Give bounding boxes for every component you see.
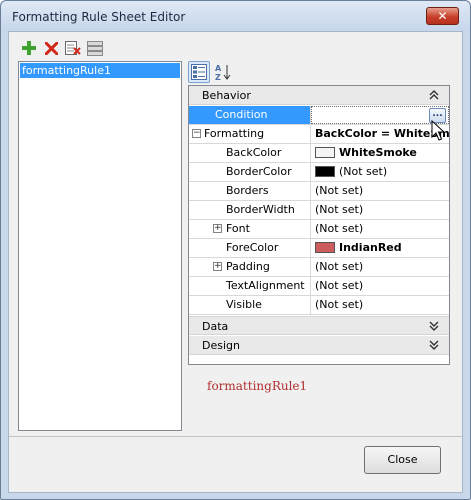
color-swatch [315, 166, 335, 177]
svg-text:Z: Z [215, 73, 221, 81]
property-row-visible[interactable]: Visible (Not set) [189, 296, 449, 315]
close-icon: ✕ [437, 9, 448, 23]
purge-rules-button[interactable] [85, 38, 105, 58]
property-name-formatting: − Formatting [189, 125, 311, 143]
property-value-bordercolor[interactable]: (Not set) [311, 163, 449, 181]
svg-text:A: A [215, 64, 222, 73]
purge-icon [87, 40, 103, 56]
property-value[interactable]: BackColor = WhiteSmo [311, 125, 449, 143]
rules-list[interactable]: formattingRule1 [18, 61, 182, 431]
color-swatch [315, 147, 335, 158]
property-name: ForeColor [189, 239, 311, 257]
property-row-borderwidth[interactable]: BorderWidth (Not set) [189, 201, 449, 220]
property-row-font[interactable]: + Font (Not set) [189, 220, 449, 239]
property-value[interactable]: (Not set) [311, 277, 449, 295]
category-behavior[interactable]: Behavior [189, 86, 449, 105]
property-value[interactable]: (Not set) [311, 220, 449, 238]
delete-rule-button[interactable] [41, 38, 61, 58]
category-label: Behavior [202, 89, 251, 102]
property-name-font: + Font [189, 220, 311, 238]
category-data[interactable]: Data [189, 316, 449, 335]
collapse-icon[interactable] [429, 86, 439, 105]
category-design[interactable]: Design [189, 336, 449, 355]
property-name: Borders [189, 182, 311, 200]
client-area: formattingRule1 A Z Behavior Condition .… [8, 31, 463, 493]
mouse-pointer-icon [431, 120, 445, 141]
editor-window: Formatting Rule Sheet Editor ✕ formattin… [0, 0, 471, 500]
property-name: BorderColor [189, 163, 311, 181]
rule-preview-text: formattingRule1 [207, 379, 308, 393]
expand-icon[interactable]: + [213, 224, 222, 233]
property-row-condition[interactable]: Condition ... [189, 106, 449, 125]
color-swatch [315, 242, 335, 253]
property-name: BorderWidth [189, 201, 311, 219]
categorized-button[interactable] [188, 61, 210, 83]
property-name: Visible [189, 296, 311, 314]
property-row-textalignment[interactable]: TextAlignment (Not set) [189, 277, 449, 296]
property-value[interactable]: (Not set) [311, 182, 449, 200]
property-name: Condition [189, 106, 311, 124]
property-grid: Behavior Condition ... − Formatting Back… [188, 85, 450, 365]
property-name-padding: + Padding [189, 258, 311, 276]
property-row-borders[interactable]: Borders (Not set) [189, 182, 449, 201]
category-label: Data [202, 320, 229, 333]
category-label: Design [202, 339, 240, 352]
expand-icon[interactable]: + [213, 262, 222, 271]
property-value[interactable]: (Not set) [311, 201, 449, 219]
expand-icon[interactable] [429, 336, 439, 355]
property-name: BackColor [189, 144, 311, 162]
window-title: Formatting Rule Sheet Editor [12, 10, 186, 24]
delete-icon [44, 41, 58, 55]
categorized-icon [191, 64, 207, 80]
property-value[interactable]: (Not set) [311, 296, 449, 314]
collapse-expander-icon[interactable]: − [192, 129, 201, 138]
sort-az-icon: A Z [215, 64, 231, 81]
alphabetical-button[interactable]: A Z [212, 61, 234, 83]
property-row-bordercolor[interactable]: BorderColor (Not set) [189, 163, 449, 182]
property-name: TextAlignment [189, 277, 311, 295]
add-icon [22, 41, 36, 55]
property-row-padding[interactable]: + Padding (Not set) [189, 258, 449, 277]
window-close-button[interactable]: ✕ [426, 7, 459, 25]
footer-divider [9, 436, 462, 437]
expand-icon[interactable] [429, 317, 439, 336]
property-value-forecolor[interactable]: IndianRed [311, 239, 449, 257]
close-button[interactable]: Close [364, 446, 441, 474]
property-row-backcolor[interactable]: BackColor WhiteSmoke [189, 144, 449, 163]
property-value[interactable]: (Not set) [311, 258, 449, 276]
property-row-formatting[interactable]: − Formatting BackColor = WhiteSmo [189, 125, 449, 144]
clear-rule-button[interactable] [63, 38, 83, 58]
title-bar[interactable]: Formatting Rule Sheet Editor ✕ [1, 1, 470, 31]
property-value-backcolor[interactable]: WhiteSmoke [311, 144, 449, 162]
list-item[interactable]: formattingRule1 [20, 63, 180, 78]
property-value-condition[interactable]: ... [311, 106, 449, 124]
add-rule-button[interactable] [19, 38, 39, 58]
property-row-forecolor[interactable]: ForeColor IndianRed [189, 239, 449, 258]
clear-icon [65, 40, 81, 55]
